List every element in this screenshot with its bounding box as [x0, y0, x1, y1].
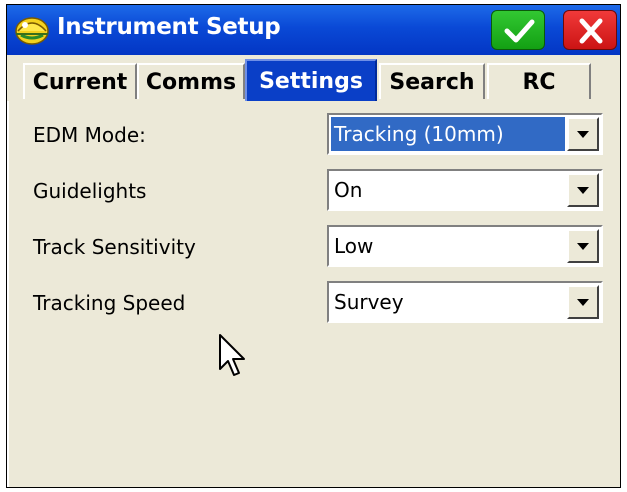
tracking-speed-value: Survey	[334, 290, 404, 314]
window-title: Instrument Setup	[57, 14, 281, 40]
dropdown-button[interactable]	[567, 285, 599, 319]
tab-label: Current	[32, 69, 128, 95]
ok-button[interactable]	[491, 10, 545, 50]
tab-search[interactable]: Search	[379, 63, 485, 99]
tab-comms[interactable]: Comms	[137, 63, 245, 99]
tab-settings[interactable]: Settings	[245, 59, 377, 101]
track-sensitivity-value: Low	[334, 234, 374, 258]
close-button[interactable]	[563, 10, 617, 50]
edm-mode-select[interactable]: Tracking (10mm)	[327, 113, 603, 155]
surveyor-helmet-icon	[13, 11, 51, 47]
tab-label: Comms	[145, 69, 237, 95]
close-x-icon	[579, 18, 603, 44]
settings-panel: EDM Mode: Tracking (10mm) Guidelights On…	[7, 101, 620, 487]
guidelights-select[interactable]: On	[327, 169, 603, 211]
chevron-down-icon	[577, 243, 589, 250]
title-bar: Instrument Setup	[7, 5, 620, 55]
track-sensitivity-select[interactable]: Low	[327, 225, 603, 267]
dropdown-button[interactable]	[567, 229, 599, 263]
tracking-speed-select[interactable]: Survey	[327, 281, 603, 323]
guidelights-value: On	[334, 178, 363, 202]
tab-label: Search	[389, 69, 475, 95]
edm-mode-label: EDM Mode:	[33, 123, 146, 147]
chevron-down-icon	[577, 131, 589, 138]
edm-mode-value: Tracking (10mm)	[331, 117, 565, 151]
guidelights-label: Guidelights	[33, 179, 147, 203]
instrument-setup-dialog: Instrument Setup Current Comms Settings …	[6, 4, 621, 488]
dropdown-button[interactable]	[567, 173, 599, 207]
tab-label: RC	[522, 69, 556, 95]
mouse-pointer-icon	[218, 333, 248, 383]
tracking-speed-label: Tracking Speed	[33, 291, 186, 315]
track-sensitivity-label: Track Sensitivity	[33, 235, 196, 259]
tab-rc[interactable]: RC	[487, 63, 591, 99]
dropdown-button[interactable]	[567, 117, 599, 151]
checkmark-icon	[504, 19, 535, 43]
chevron-down-icon	[577, 299, 589, 306]
tab-label: Settings	[259, 68, 363, 94]
tab-current[interactable]: Current	[23, 63, 137, 99]
chevron-down-icon	[577, 187, 589, 194]
tab-strip: Current Comms Settings Search RC	[7, 55, 620, 151]
